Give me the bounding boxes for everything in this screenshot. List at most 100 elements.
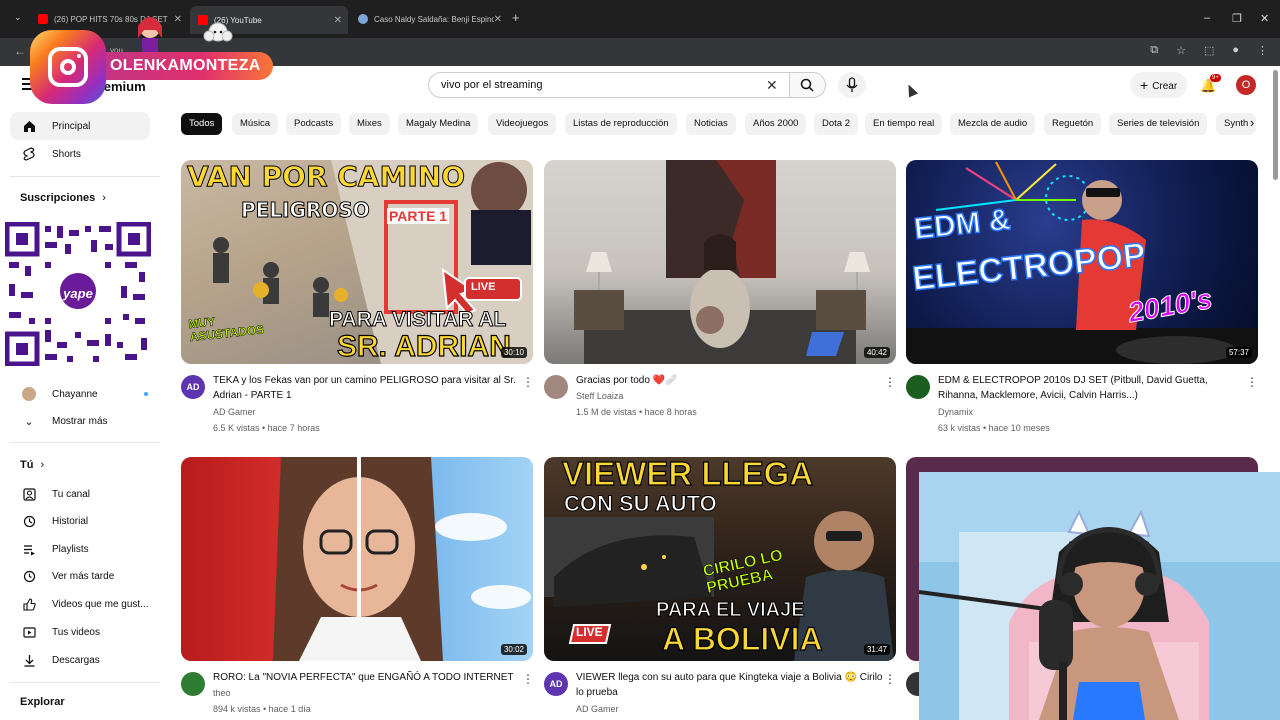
download-icon: [22, 653, 36, 667]
sidebar-item-label: Chayanne: [52, 388, 98, 400]
notification-count-badge: 9+: [1210, 74, 1221, 82]
clear-search-icon[interactable]: ✕: [766, 77, 778, 94]
close-tab-icon[interactable]: ✕: [494, 14, 502, 25]
channel-avatar[interactable]: [181, 672, 205, 696]
channel-avatar[interactable]: [906, 375, 930, 399]
chip[interactable]: Música: [232, 113, 279, 135]
sidebar-item-label: Principal: [52, 120, 91, 132]
shorts-icon: [22, 147, 36, 161]
channel-name[interactable]: AD Gamer: [213, 407, 256, 417]
browser-menu-icon[interactable]: ⋮: [1257, 44, 1268, 57]
video-title[interactable]: RORO: La "NOVIA PERFECTA" que ENGAÑÓ A T…: [213, 670, 523, 685]
streamer-webcam: [919, 472, 1280, 720]
home-icon: [22, 119, 36, 133]
chip[interactable]: Mezcla de audio: [950, 113, 1036, 135]
browser-tab-3[interactable]: Caso Naldy Saldaña: Benji Espinoza ✕: [350, 8, 508, 30]
sidebar-item-label: Shorts: [52, 148, 81, 160]
tab-title: Caso Naldy Saldaña: Benji Espinoza: [374, 14, 494, 24]
sidebar-item-label: Tus videos: [52, 626, 100, 638]
video-thumbnail[interactable]: VAN POR CAMINO PELIGROSO PARTE 1 MUY ASU…: [181, 160, 533, 364]
back-arrow-icon[interactable]: ←: [14, 44, 26, 58]
close-window-button[interactable]: ✕: [1260, 12, 1269, 25]
video-duration: 30:02: [500, 644, 527, 655]
thumbnail-line: PARA VISITAR AL: [328, 308, 507, 332]
video-thumbnail[interactable]: EDM & ELECTROPOP 2010's 57:37: [906, 160, 1258, 364]
sidebar-item-label: Historial: [52, 515, 89, 527]
chip[interactable]: Magaly Medina: [398, 113, 479, 135]
show-more-button[interactable]: ⌄ Mostrar más: [10, 407, 150, 435]
video-title[interactable]: VIEWER llega con su auto para que Kingte…: [576, 670, 886, 700]
chip[interactable]: Noticias: [686, 113, 736, 135]
thumbs-up-icon: [22, 597, 36, 611]
video-thumbnail[interactable]: 40:42: [544, 160, 896, 364]
channel-name[interactable]: theo: [213, 688, 231, 698]
profile-icon[interactable]: ●: [1232, 44, 1239, 57]
chip-todos[interactable]: Todos: [181, 113, 223, 135]
webcam-feed: [919, 472, 1280, 720]
channel-avatar[interactable]: [544, 375, 568, 399]
chip[interactable]: Videojuegos: [488, 113, 557, 135]
video-title[interactable]: EDM & ELECTROPOP 2010s DJ SET (Pitbull, …: [938, 373, 1248, 403]
channel-name[interactable]: Steff Loaiza: [576, 391, 623, 401]
new-tab-button[interactable]: +: [512, 10, 520, 25]
more-options-icon[interactable]: ⋮: [884, 672, 896, 686]
maximize-button[interactable]: ❐: [1232, 12, 1242, 25]
sidebar-item-historial[interactable]: Historial: [10, 507, 150, 535]
thumbnail-subheadline: PELIGROSO: [241, 198, 371, 223]
chip[interactable]: Listas de reproducción: [565, 113, 677, 135]
chip[interactable]: Reguetón: [1044, 113, 1102, 135]
chip[interactable]: Mixes: [349, 113, 390, 135]
extensions-icon[interactable]: ⬚: [1204, 44, 1214, 57]
video-title[interactable]: Gracias por todo ❤️🩹: [576, 373, 886, 388]
close-tab-icon[interactable]: ✕: [334, 15, 342, 26]
subscriptions-heading[interactable]: Suscripciones ›: [20, 192, 106, 204]
chip[interactable]: En tiempo real: [865, 113, 943, 135]
more-options-icon[interactable]: ⋮: [522, 672, 534, 686]
video-duration: 40:42: [863, 347, 890, 358]
sidebar-item-tus-videos[interactable]: Tus videos: [10, 618, 150, 646]
sidebar-item-descargas[interactable]: Descargas: [10, 646, 150, 674]
video-thumbnail[interactable]: 30:02: [181, 457, 533, 661]
tab-search-icon[interactable]: ⌄: [14, 12, 22, 23]
you-heading[interactable]: Tú ›: [20, 459, 44, 471]
sidebar-item-liked-videos[interactable]: Videos que me gust...: [10, 590, 150, 618]
account-avatar[interactable]: O: [1236, 75, 1256, 95]
page-scrollbar[interactable]: [1273, 70, 1278, 180]
channel-avatar[interactable]: AD: [181, 375, 205, 399]
video-title[interactable]: TEKA y los Fekas van por un camino PELIG…: [213, 373, 523, 403]
chip[interactable]: Años 2000: [745, 113, 807, 135]
chip[interactable]: Dota 2: [814, 113, 858, 135]
chevron-down-icon: ⌄: [24, 415, 34, 428]
more-options-icon[interactable]: ⋮: [1246, 375, 1258, 389]
sidebar-divider: [10, 442, 160, 443]
cast-icon[interactable]: ⧉: [1150, 44, 1158, 57]
bookmark-star-icon[interactable]: ☆: [1176, 44, 1186, 57]
your-channel-icon: [22, 487, 36, 501]
more-options-icon[interactable]: ⋮: [884, 375, 896, 389]
sidebar-item-principal[interactable]: Principal: [10, 112, 150, 140]
search-input[interactable]: vivo por el streaming: [428, 72, 790, 98]
chip[interactable]: Podcasts: [286, 113, 342, 135]
watch-later-icon: [22, 569, 36, 583]
video-meta: 6.5 K vistas • hace 7 horas: [213, 423, 320, 433]
chip[interactable]: Series de televisión: [1109, 113, 1208, 135]
channel-name[interactable]: Dynamix: [938, 407, 973, 417]
plus-icon: +: [1140, 77, 1149, 93]
minimize-button[interactable]: –: [1204, 12, 1210, 24]
sidebar-item-playlists[interactable]: Playlists: [10, 535, 150, 563]
sidebar-item-chayanne[interactable]: Chayanne: [10, 380, 150, 408]
search-button[interactable]: [790, 72, 826, 98]
sidebar-item-tu-canal[interactable]: Tu canal: [10, 480, 150, 508]
sidebar-item-ver-mas-tarde[interactable]: Ver más tarde: [10, 562, 150, 590]
sidebar-item-shorts[interactable]: Shorts: [10, 140, 150, 168]
create-button[interactable]: + Crear: [1130, 72, 1188, 98]
yape-qr-code: yape: [4, 221, 152, 367]
thumbnail-art: [273, 457, 531, 661]
close-tab-icon[interactable]: ✕: [174, 14, 182, 25]
video-thumbnail[interactable]: VIEWER LLEGA CON SU AUTO CIRILO LO PRUEB…: [544, 457, 896, 661]
channel-name[interactable]: AD Gamer: [576, 704, 619, 714]
channel-avatar[interactable]: AD: [544, 672, 568, 696]
more-options-icon[interactable]: ⋮: [522, 375, 534, 389]
voice-search-button[interactable]: [838, 72, 866, 98]
chevron-right-icon[interactable]: ›: [1250, 115, 1254, 130]
